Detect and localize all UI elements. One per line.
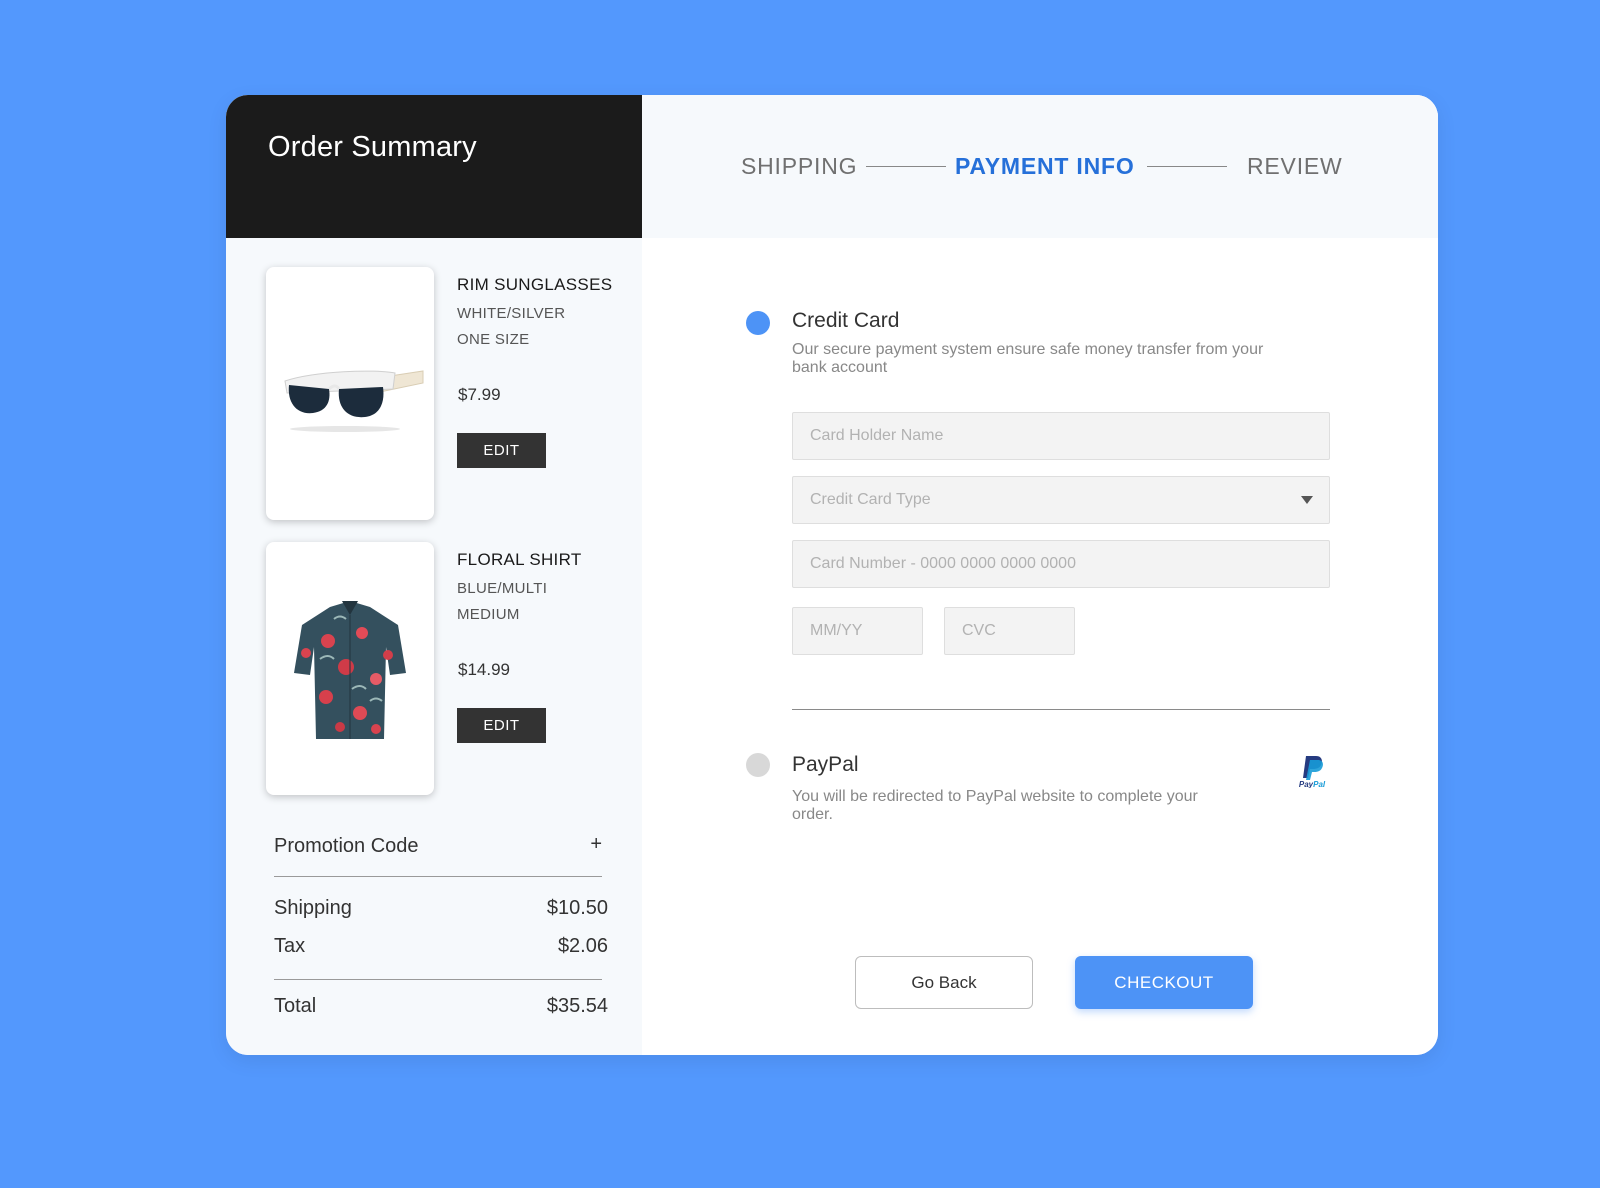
step-review[interactable]: REVIEW — [1247, 153, 1343, 180]
step-connector — [1147, 166, 1227, 167]
item-color: BLUE/MULTI — [457, 580, 548, 597]
item-name: FLORAL SHIRT — [457, 550, 582, 569]
order-summary-panel: Order Summary RIM SUNGLASSES WHITE/SILVE… — [226, 95, 642, 1055]
chevron-down-icon — [1301, 496, 1313, 504]
plus-icon[interactable]: + — [590, 833, 602, 856]
cvc-input[interactable] — [944, 607, 1075, 655]
order-summary-title: Order Summary — [268, 131, 477, 163]
paypal-logo-icon: PayPal — [1292, 754, 1332, 789]
credit-card-type-select[interactable]: Credit Card Type — [792, 476, 1330, 524]
shipping-label: Shipping — [274, 897, 352, 919]
checkout-card: Order Summary RIM SUNGLASSES WHITE/SILVE… — [226, 95, 1438, 1055]
item-size: ONE SIZE — [457, 331, 530, 348]
item-color: WHITE/SILVER — [457, 305, 566, 322]
cart-item: FLORAL SHIRT BLUE/MULTI MEDIUM $14.99 ED… — [226, 542, 642, 797]
promotion-code-label: Promotion Code — [274, 835, 419, 857]
checkout-button[interactable]: CHECKOUT — [1075, 956, 1253, 1009]
svg-text:PayPal: PayPal — [1299, 780, 1326, 788]
item-price: $7.99 — [458, 385, 501, 404]
tax-label: Tax — [274, 935, 306, 957]
paypal-radio[interactable] — [746, 753, 770, 777]
total-label: Total — [274, 995, 317, 1017]
sunglasses-image — [266, 267, 434, 520]
item-name: RIM SUNGLASSES — [457, 275, 613, 294]
step-payment-info[interactable]: PAYMENT INFO — [955, 153, 1135, 180]
tax-value: $2.06 — [557, 935, 608, 957]
credit-card-title: Credit Card — [792, 309, 900, 332]
card-number-input[interactable] — [792, 540, 1330, 588]
shirt-image — [266, 542, 434, 795]
cart-item: RIM SUNGLASSES WHITE/SILVER ONE SIZE $7.… — [226, 267, 642, 522]
step-shipping[interactable]: SHIPPING — [741, 153, 857, 180]
credit-card-description: Our secure payment system ensure safe mo… — [792, 341, 1264, 376]
divider — [274, 979, 602, 980]
credit-card-radio[interactable] — [746, 311, 770, 335]
go-back-button[interactable]: Go Back — [855, 956, 1033, 1009]
checkout-steps: SHIPPING PAYMENT INFO REVIEW — [642, 95, 1438, 238]
item-size: MEDIUM — [457, 606, 520, 623]
divider — [792, 709, 1330, 710]
edit-item-button[interactable]: EDIT — [457, 708, 546, 743]
total-value: $35.54 — [546, 995, 608, 1017]
divider — [274, 876, 602, 877]
edit-item-button[interactable]: EDIT — [457, 433, 546, 468]
paypal-title: PayPal — [792, 753, 859, 776]
payment-panel: SHIPPING PAYMENT INFO REVIEW Credit Card… — [642, 95, 1438, 1055]
step-connector — [866, 166, 946, 167]
credit-card-type-placeholder: Credit Card Type — [810, 491, 931, 508]
paypal-description: You will be redirected to PayPal website… — [792, 788, 1198, 823]
item-price: $14.99 — [458, 660, 510, 679]
card-holder-name-input[interactable] — [792, 412, 1330, 460]
expiry-date-input[interactable] — [792, 607, 923, 655]
order-summary-header: Order Summary — [226, 95, 642, 238]
shipping-value: $10.50 — [546, 897, 608, 919]
promotion-code-row[interactable]: Promotion Code + — [274, 833, 602, 875]
